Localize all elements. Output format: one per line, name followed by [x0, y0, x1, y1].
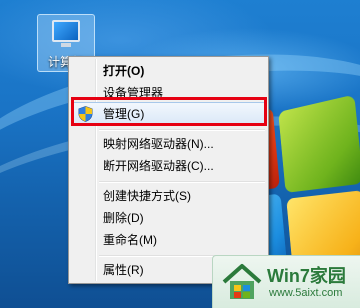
menu-separator	[99, 129, 265, 131]
context-menu: 打开(O) 设备管理器 管理(G) 映射网络驱动器(N)... 断开网络驱动器(…	[68, 56, 269, 284]
menu-item-open[interactable]: 打开(O)	[71, 60, 266, 82]
desktop-background: 计算机 打开(O) 设备管理器 管理(G) 映射网络驱动器(N)... 断开网络…	[0, 0, 360, 308]
menu-item-create-shortcut[interactable]: 创建快捷方式(S)	[71, 185, 266, 207]
watermark-title: Win7家园	[267, 266, 346, 286]
menu-separator	[99, 181, 265, 183]
site-watermark: Win7家园 www.5aixt.com	[212, 255, 360, 308]
house-logo-icon	[222, 264, 262, 299]
menu-item-disconnect-network-drive[interactable]: 断开网络驱动器(C)...	[71, 155, 266, 177]
menu-item-map-network-drive[interactable]: 映射网络驱动器(N)...	[71, 133, 266, 155]
computer-icon-stand	[61, 43, 71, 47]
windows-logo-green-pane	[278, 94, 360, 193]
menu-item-rename[interactable]: 重命名(M)	[71, 229, 266, 251]
computer-icon	[52, 20, 80, 42]
watermark-url: www.5aixt.com	[269, 287, 343, 299]
menu-item-delete[interactable]: 删除(D)	[71, 207, 266, 229]
highlight-annotation-box	[71, 97, 267, 126]
